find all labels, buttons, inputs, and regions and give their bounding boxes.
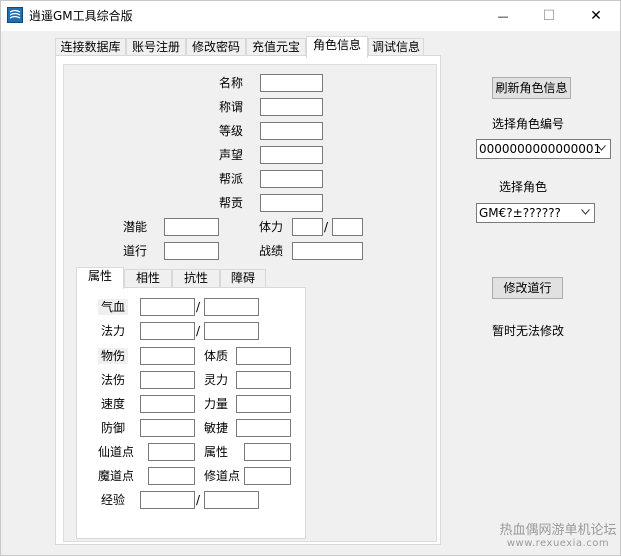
select-role-id-label: 选择角色编号 — [492, 117, 565, 131]
maximize-button[interactable]: ☐ — [526, 1, 572, 31]
property-label: 属性 — [204, 445, 229, 459]
watermark-line1: 热血偶网游单机论坛 — [499, 523, 617, 538]
constitution-label: 体质 — [204, 349, 229, 363]
property-input[interactable] — [244, 443, 291, 461]
stamina-label: 体力 — [259, 220, 284, 234]
title-bar: 逍遥GM工具综合版 — ☐ ✕ — [1, 1, 620, 31]
exp-label: 经验 — [101, 493, 126, 507]
merit-input[interactable] — [292, 242, 363, 260]
potential-input[interactable] — [164, 218, 219, 236]
watermark: 热血偶网游单机论坛 www.rexuexia.com — [499, 519, 617, 549]
immortal-pts-input[interactable] — [148, 443, 195, 461]
title-label: 称谓 — [219, 100, 244, 114]
chevron-down-icon — [597, 145, 606, 151]
dao-label: 道行 — [123, 244, 148, 258]
status-text: 暂时无法修改 — [492, 324, 565, 338]
defense-label: 防御 — [101, 421, 126, 435]
exp-max-input[interactable] — [204, 491, 259, 509]
constitution-input[interactable] — [236, 347, 291, 365]
phys-dmg-label: 物伤 — [98, 348, 129, 364]
cultivation-pts-label: 修道点 — [204, 469, 241, 483]
speed-label: 速度 — [101, 397, 126, 411]
maximize-icon: ☐ — [542, 8, 556, 24]
fame-label: 声望 — [219, 148, 244, 162]
hp-max-input[interactable] — [204, 298, 259, 316]
role-value: GM€?±?????? — [479, 206, 561, 220]
close-button[interactable]: ✕ — [573, 1, 619, 31]
spirit-input[interactable] — [236, 371, 291, 389]
immortal-pts-label: 仙道点 — [98, 445, 135, 459]
tab-attributes[interactable]: 属性 — [76, 267, 124, 289]
minimize-button[interactable]: — — [480, 1, 526, 31]
faction-input[interactable] — [260, 170, 323, 188]
mana-max-input[interactable] — [204, 322, 259, 340]
contribution-input[interactable] — [260, 194, 323, 212]
demon-pts-label: 魔道点 — [98, 469, 135, 483]
potential-label: 潜能 — [123, 220, 148, 234]
cultivation-pts-input[interactable] — [244, 467, 291, 485]
phys-dmg-input[interactable] — [140, 347, 195, 365]
stamina-slash: / — [324, 220, 329, 234]
fame-input[interactable] — [260, 146, 323, 164]
main-window: 逍遥GM工具综合版 — ☐ ✕ 连接数据库 账号注册 修改密码 充值元宝 角色信… — [0, 0, 621, 556]
mana-label: 法力 — [101, 324, 126, 338]
hp-label: 气血 — [98, 299, 129, 315]
chevron-down-icon — [581, 209, 590, 215]
magic-dmg-label: 法伤 — [101, 373, 126, 387]
hp-current-input[interactable] — [140, 298, 195, 316]
exp-current-input[interactable] — [140, 491, 195, 509]
tab-role-info[interactable]: 角色信息 — [306, 36, 368, 58]
title-input[interactable] — [260, 98, 323, 116]
agility-label: 敏捷 — [204, 421, 229, 435]
role-id-value: 0000000000000001 — [479, 142, 602, 156]
role-id-select[interactable]: 0000000000000001 — [476, 139, 611, 159]
mana-slash: / — [196, 324, 201, 338]
stamina-current-input[interactable] — [292, 218, 323, 236]
dao-input[interactable] — [164, 242, 219, 260]
tab-obstacle[interactable]: 障碍 — [220, 269, 266, 288]
strength-label: 力量 — [204, 397, 229, 411]
mana-current-input[interactable] — [140, 322, 195, 340]
exp-slash: / — [196, 493, 201, 507]
agility-input[interactable] — [236, 419, 291, 437]
tab-resistance[interactable]: 抗性 — [172, 269, 220, 288]
demon-pts-input[interactable] — [148, 467, 195, 485]
window-title: 逍遥GM工具综合版 — [29, 9, 133, 23]
strength-input[interactable] — [236, 395, 291, 413]
app-icon — [7, 7, 23, 23]
magic-dmg-input[interactable] — [140, 371, 195, 389]
select-role-label: 选择角色 — [499, 180, 548, 194]
modify-dao-button[interactable]: 修改道行 — [492, 277, 563, 299]
faction-label: 帮派 — [219, 172, 244, 186]
merit-label: 战绩 — [259, 244, 284, 258]
level-input[interactable] — [260, 122, 323, 140]
stamina-max-input[interactable] — [332, 218, 363, 236]
minimize-icon: — — [497, 9, 509, 23]
spirit-label: 灵力 — [204, 373, 229, 387]
hp-slash: / — [196, 300, 201, 314]
name-label: 名称 — [219, 76, 244, 90]
name-input[interactable] — [260, 74, 323, 92]
refresh-role-button[interactable]: 刷新角色信息 — [492, 77, 571, 99]
close-icon: ✕ — [590, 8, 602, 24]
tab-affinity[interactable]: 相性 — [124, 269, 172, 288]
level-label: 等级 — [219, 124, 244, 138]
defense-input[interactable] — [140, 419, 195, 437]
speed-input[interactable] — [140, 395, 195, 413]
role-select[interactable]: GM€?±?????? — [476, 203, 595, 223]
watermark-line2: www.rexuexia.com — [506, 538, 610, 549]
contribution-label: 帮贡 — [219, 196, 244, 210]
